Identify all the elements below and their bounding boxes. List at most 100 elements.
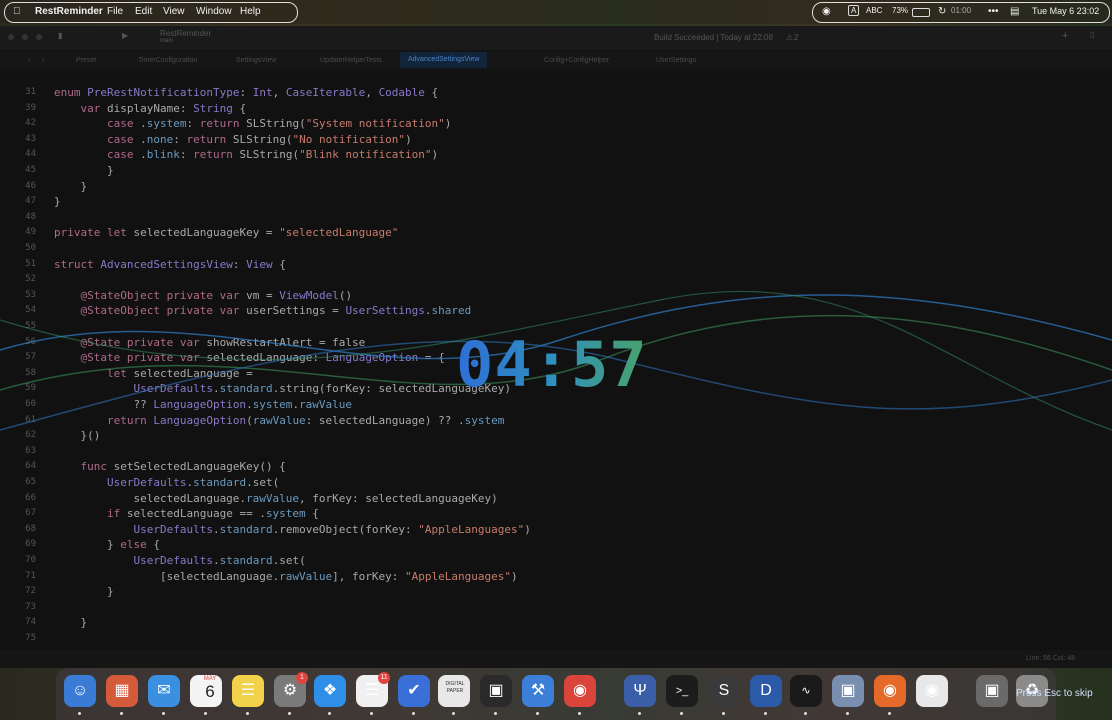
nav-forward-icon[interactable]: ›: [42, 55, 44, 67]
line-number: 31: [25, 87, 36, 97]
launchpad-icon[interactable]: ▦: [106, 675, 138, 707]
tab-preset[interactable]: Preset: [76, 55, 96, 67]
firefox-icon[interactable]: ◉: [874, 675, 906, 707]
code-line[interactable]: }: [54, 195, 61, 208]
code-line[interactable]: case .blink: return SLString("Blink noti…: [54, 148, 438, 161]
warning-icon[interactable]: ⚠: [786, 33, 793, 42]
code-line[interactable]: case .system: return SLString("System no…: [54, 117, 451, 130]
line-number: 47: [25, 196, 36, 207]
tab-timer-configuration[interactable]: TimerConfiguration: [138, 55, 197, 67]
battery-icon[interactable]: [912, 8, 930, 17]
sublime-icon[interactable]: S: [708, 675, 740, 707]
eye-icon[interactable]: ◉: [916, 675, 948, 707]
battery-percent[interactable]: 73%: [892, 6, 908, 15]
finder-icon[interactable]: ☺: [64, 675, 96, 707]
jump-bar[interactable]: [0, 70, 1112, 84]
add-icon[interactable]: +: [1062, 30, 1068, 42]
sync-icon[interactable]: ↻: [938, 6, 946, 17]
menu-help[interactable]: Help: [240, 6, 261, 17]
code-line[interactable]: func setSelectedLanguageKey() {: [54, 460, 286, 473]
dash-icon[interactable]: D: [750, 675, 782, 707]
zoom-icon[interactable]: [36, 34, 42, 40]
code-line[interactable]: } else {: [54, 538, 160, 551]
code-line[interactable]: UserDefaults.standard.set(: [54, 554, 305, 567]
code-line[interactable]: UserDefaults.standard.set(: [54, 476, 279, 489]
line-number: 45: [25, 165, 36, 175]
code-line[interactable]: }: [54, 585, 114, 598]
preview-icon[interactable]: ▣: [832, 675, 864, 707]
code-line[interactable]: selectedLanguage.rawValue, forKey: selec…: [54, 492, 497, 505]
things-icon[interactable]: ✔: [398, 675, 430, 707]
line-number: 65: [25, 477, 36, 487]
running-indicator: [246, 712, 249, 715]
running-indicator: [494, 712, 497, 715]
branch-name[interactable]: main: [160, 38, 173, 44]
fork-icon[interactable]: Ψ: [624, 675, 656, 707]
running-indicator: [288, 712, 291, 715]
app-menu[interactable]: RestReminder: [35, 6, 103, 17]
code-line[interactable]: }: [54, 180, 87, 193]
line-number: 42: [25, 118, 36, 129]
line-number: 71: [25, 570, 36, 581]
line-number: 48: [25, 211, 36, 222]
code-line[interactable]: if selectedLanguage == .system {: [54, 507, 319, 520]
running-indicator: [328, 712, 331, 715]
code-line[interactable]: enum PreRestNotificationType: Int, CaseI…: [54, 86, 438, 99]
code-line[interactable]: var displayName: String {: [54, 102, 247, 115]
tab-settings-view[interactable]: SettingsView: [236, 55, 276, 67]
line-number: 51: [25, 258, 36, 269]
sidebar-toggle-icon[interactable]: ▮: [58, 31, 62, 40]
xcode-icon[interactable]: ⚒: [522, 675, 554, 707]
line-number: 73: [25, 601, 36, 612]
tab-updater-helper-tests[interactable]: UpdaterHelperTests: [320, 55, 382, 67]
code-line[interactable]: [selectedLanguage.rawValue], forKey: "Ap…: [54, 570, 518, 583]
archive-icon[interactable]: ▣: [976, 675, 1008, 707]
digital-paper-label: DIGITAL PAPER: [445, 681, 465, 694]
sync-time: 01:00: [951, 6, 972, 15]
line-number: 64: [25, 461, 36, 472]
code-line[interactable]: UserDefaults.standard.removeObject(forKe…: [54, 523, 530, 536]
running-indicator: [638, 712, 641, 715]
control-center-icon[interactable]: ▤: [1010, 6, 1019, 17]
inspector-toggle-icon[interactable]: ▯: [1090, 30, 1094, 39]
code-line[interactable]: private let selectedLanguageKey = "selec…: [54, 226, 398, 239]
menu-window[interactable]: Window: [196, 6, 232, 17]
close-icon[interactable]: [8, 34, 14, 40]
skip-hint: Press Esc to skip: [1016, 688, 1093, 699]
safari-icon[interactable]: ❖: [314, 675, 346, 707]
code-line[interactable]: struct AdvancedSettingsView: View {: [54, 258, 286, 271]
line-number: 75: [25, 633, 36, 643]
apple-icon[interactable]: : [13, 6, 21, 17]
tab-advanced-settings-view[interactable]: AdvancedSettingsView: [400, 52, 488, 68]
record-icon[interactable]: ◉: [822, 6, 831, 17]
xcode-toolbar: ▮ ▶ RestReminder main Build Succeeded | …: [0, 26, 1112, 50]
tab-config-helper[interactable]: Config+ConfigHelper: [544, 55, 609, 67]
warning-count[interactable]: 2: [794, 33, 798, 42]
line-number: 39: [25, 102, 36, 113]
tab-user-settings[interactable]: UserSettings: [656, 55, 696, 67]
scheme-name[interactable]: RestReminder: [160, 29, 211, 38]
mail-icon[interactable]: ✉: [148, 675, 180, 707]
settings-badge: 1: [296, 672, 308, 684]
box-icon[interactable]: ▣: [480, 675, 512, 707]
more-icon[interactable]: •••: [988, 6, 999, 17]
code-line[interactable]: }: [54, 616, 87, 629]
menu-view[interactable]: View: [163, 6, 185, 17]
menu-edit[interactable]: Edit: [135, 6, 152, 17]
keyboard-input-icon[interactable]: A: [848, 5, 860, 16]
minimize-icon[interactable]: [22, 34, 28, 40]
code-line[interactable]: }: [54, 164, 114, 177]
menu-file[interactable]: File: [107, 6, 123, 17]
notes-icon[interactable]: ☰: [232, 675, 264, 707]
code-line[interactable]: case .none: return SLString("No notifica…: [54, 133, 412, 146]
activity-monitor-icon[interactable]: ∿: [790, 675, 822, 707]
clock[interactable]: Tue May 6 23:02: [1032, 6, 1099, 16]
chrome-icon[interactable]: ◉: [564, 675, 596, 707]
input-source-label[interactable]: ABC: [866, 6, 882, 15]
terminal-icon[interactable]: >_: [666, 675, 698, 707]
line-number: 49: [25, 227, 36, 238]
running-indicator: [846, 712, 849, 715]
nav-back-icon[interactable]: ‹: [28, 55, 30, 67]
build-status: Build Succeeded | Today at 22:08: [654, 33, 773, 42]
run-icon[interactable]: ▶: [122, 31, 128, 40]
